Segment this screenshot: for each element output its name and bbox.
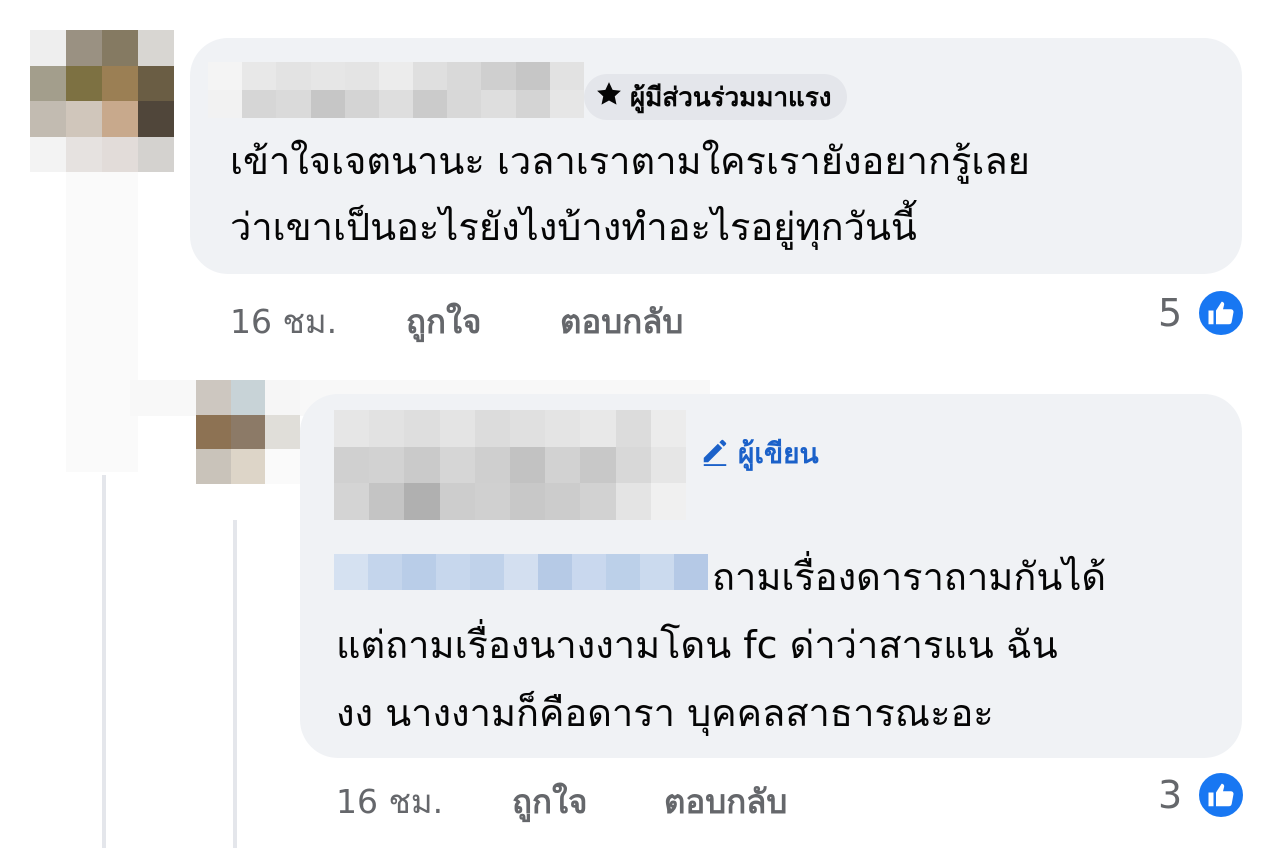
reply-like-action[interactable]: ถูกใจ: [512, 775, 664, 828]
thread-line-reply: [233, 520, 237, 848]
reply-like-count-value: 3: [1158, 773, 1183, 817]
comment-like-count[interactable]: 5: [1158, 288, 1247, 338]
reply-text-line3: งง นางงามก็คือดารา บุคคลสาธารณะอะ: [336, 691, 994, 735]
commenter-avatar[interactable]: [30, 30, 174, 172]
like-action[interactable]: ถูกใจ: [406, 295, 560, 348]
author-badge: ผู้เขียน: [700, 430, 819, 478]
pencil-icon: [700, 436, 730, 473]
reply-text-line2: แต่ถามเรื่องนางงามโดน fc ด่าว่าสารแน ฉัน: [336, 623, 1058, 667]
reply-author-name-blurred[interactable]: [334, 410, 686, 520]
thread-line-main: [102, 475, 106, 848]
author-badge-label: ผู้เขียน: [738, 437, 819, 470]
comment-meta: 16 ชม. ถูกใจ ตอบกลับ: [230, 296, 683, 346]
like-icon: [1196, 288, 1247, 338]
reply-avatar[interactable]: [196, 380, 300, 484]
reply-timestamp[interactable]: 16 ชม.: [336, 775, 512, 828]
star-icon: [594, 79, 624, 116]
like-count: 5: [1158, 291, 1183, 335]
reply-action[interactable]: ตอบกลับ: [560, 295, 683, 348]
comment-text-line1: เข้าใจเจตนานะ เวลาเราตามใครเรายังอยากรู้…: [230, 139, 1030, 183]
reply-like-count[interactable]: 3: [1158, 770, 1247, 820]
reply-reply-action[interactable]: ตอบกลับ: [664, 775, 787, 828]
comment-text-line2: ว่าเขาเป็นอะไรยังไงบ้างทำอะไรอยู่ทุกวันน…: [230, 205, 917, 249]
reply-like-icon: [1196, 770, 1247, 820]
reply-text-line1: ถามเรื่องดาราถามกันได้: [712, 555, 1107, 599]
avatar-blur-extension: [66, 172, 138, 472]
top-contributor-badge: ผู้มีส่วนร่วมมาแรง: [584, 74, 848, 120]
comment-timestamp[interactable]: 16 ชม.: [230, 295, 406, 348]
mention-tag-blurred[interactable]: [334, 554, 708, 590]
badge-label: ผู้มีส่วนร่วมมาแรง: [630, 82, 832, 113]
reply-meta: 16 ชม. ถูกใจ ตอบกลับ: [336, 776, 787, 826]
commenter-name-blurred[interactable]: [208, 62, 584, 118]
